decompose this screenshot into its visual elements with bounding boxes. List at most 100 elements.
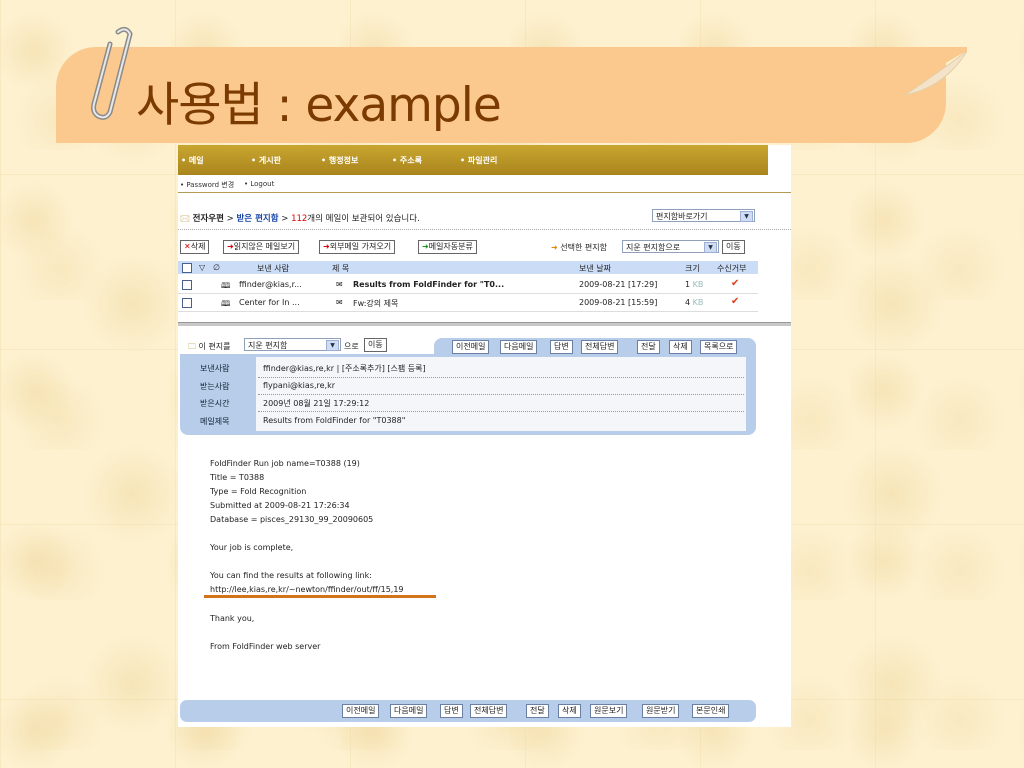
forward-button[interactable]: 전달 xyxy=(526,704,549,718)
to-label: 받는사람 xyxy=(200,382,230,391)
viewer-move-button[interactable]: 이동 xyxy=(364,338,387,352)
divider xyxy=(258,394,744,395)
opened-mail-icon: ✉ xyxy=(336,298,343,307)
table-row[interactable]: 🕮 ffinder@kias,r... ✉ Results from FoldF… xyxy=(178,276,758,294)
x-icon: ✕ xyxy=(184,242,191,251)
body-line: FoldFinder Run job name=T0388 (19) xyxy=(210,459,360,468)
forward-button[interactable]: 전달 xyxy=(637,340,660,354)
arrow-icon: ➜ xyxy=(227,242,234,251)
pane-splitter[interactable] xyxy=(178,322,791,326)
webmail-screenshot: • 메일 • 게시판 • 행정정보 • 주소록 • 파일관리 • Passwor… xyxy=(178,145,791,727)
reply-button[interactable]: 답변 xyxy=(440,704,463,718)
col-subject[interactable]: 제 목 xyxy=(332,263,349,274)
breadcrumb-sep: > xyxy=(278,214,292,224)
time-label: 받은시간 xyxy=(200,399,230,408)
divider xyxy=(178,229,791,230)
row-size: 1 KB xyxy=(685,280,704,289)
delete-button[interactable]: ✕삭제 xyxy=(180,240,210,254)
body-line: Submitted at 2009-08-21 17:26:34 xyxy=(210,501,350,510)
row-from[interactable]: ffinder@kias,r... xyxy=(239,280,302,289)
prev-mail-button[interactable]: 이전메일 xyxy=(452,340,490,354)
delete-mail-button[interactable]: 삭제 xyxy=(669,340,692,354)
body-line: Thank you, xyxy=(210,614,255,623)
breadcrumb-sep: > xyxy=(223,214,237,224)
nav-mail[interactable]: • 메일 xyxy=(181,155,204,166)
body-line: You can find the results at following li… xyxy=(210,571,372,580)
highlight-underline xyxy=(204,595,436,598)
results-link[interactable]: http://lee,kias,re,kr/~newton/ffinder/ou… xyxy=(210,585,404,594)
move-selected-label: ➜ 선택한 편지함 xyxy=(551,243,607,252)
col-reject: 수신거부 xyxy=(717,264,747,273)
reject-check-icon[interactable]: ✔ xyxy=(731,296,739,307)
divider xyxy=(178,192,791,193)
breadcrumb-root[interactable]: 전자우편 xyxy=(193,214,224,224)
move-button[interactable]: 이동 xyxy=(722,240,745,254)
arrow-icon: ➜ xyxy=(323,242,330,251)
back-to-list-button[interactable]: 목록으로 xyxy=(700,340,738,354)
col-from[interactable]: 보낸 사람 xyxy=(257,263,289,274)
row-size: 4 KB xyxy=(685,298,704,307)
page-curl-icon xyxy=(895,47,967,96)
filter-icon: ▽ xyxy=(199,263,206,272)
viewer-move-select[interactable]: 지운 편지함 ▼ xyxy=(244,338,341,351)
move-target-value: 지운 편지함으로 xyxy=(626,243,681,252)
view-source-button[interactable]: 원문보기 xyxy=(590,704,628,718)
mailbox-icon: 🖂 xyxy=(180,214,190,224)
list-header: ▽ ∅ 보낸 사람 제 목 보낸 날짜 크기 수신거부 xyxy=(178,261,758,274)
password-change-link[interactable]: • Password 변경 xyxy=(180,180,234,190)
row-subject[interactable]: Fw:강의 제목 xyxy=(353,298,398,309)
slide-title: 사용법 : example xyxy=(136,78,502,133)
breadcrumb-folder[interactable]: 받은 편지함 xyxy=(236,214,278,224)
body-line: From FoldFinder web server xyxy=(210,642,321,651)
table-row[interactable]: 🕮 Center for In ... ✉ Fw:강의 제목 2009-08-2… xyxy=(178,294,758,312)
mail-icon: ✉ xyxy=(336,280,343,289)
move-target-select[interactable]: 지운 편지함으로 ▼ xyxy=(622,240,719,253)
col-date[interactable]: 보낸 날짜 xyxy=(579,263,611,274)
reply-all-button[interactable]: 전체답변 xyxy=(470,704,508,718)
divider xyxy=(258,411,744,412)
move-suffix: 으로 xyxy=(344,342,359,351)
row-subject[interactable]: Results from FoldFinder for "T0... xyxy=(353,280,504,289)
logout-link[interactable]: • Logout xyxy=(244,180,274,188)
show-unread-button[interactable]: ➜읽지않은 메일보기 xyxy=(223,240,300,254)
contact-icon: 🕮 xyxy=(221,281,231,290)
download-source-button[interactable]: 원문받기 xyxy=(642,704,680,718)
delete-mail-button[interactable]: 삭제 xyxy=(558,704,581,718)
row-date: 2009-08-21 [17:29] xyxy=(579,280,658,289)
folder-icon: 🗀 xyxy=(188,342,196,351)
prev-mail-button[interactable]: 이전메일 xyxy=(342,704,380,718)
row-from[interactable]: Center for In ... xyxy=(239,298,300,307)
reply-button[interactable]: 답변 xyxy=(550,340,573,354)
print-body-button[interactable]: 본문인쇄 xyxy=(692,704,730,718)
arrow-icon: ➜ xyxy=(422,242,429,251)
top-nav: • 메일 • 게시판 • 행정정보 • 주소록 • 파일관리 xyxy=(178,145,768,175)
nav-address-book[interactable]: • 주소록 xyxy=(392,155,422,166)
nav-file-manager[interactable]: • 파일관리 xyxy=(460,155,497,166)
body-line: Database = pisces_29130_99_20090605 xyxy=(210,515,374,524)
quick-folder-select[interactable]: 편지함바로가기 ▼ xyxy=(652,209,755,222)
subject-value: Results from FoldFinder for "T0388" xyxy=(263,416,406,425)
nav-board[interactable]: • 게시판 xyxy=(251,155,281,166)
attachment-icon: ∅ xyxy=(213,263,220,272)
body-line: Your job is complete, xyxy=(210,543,294,552)
col-size[interactable]: 크기 xyxy=(685,263,700,274)
from-value[interactable]: ffinder@kias,re,kr | [주소록추가] [스팸 등록] xyxy=(263,363,426,374)
to-value: flypani@kias,re,kr xyxy=(263,381,336,390)
subject-label: 메일제목 xyxy=(200,417,230,426)
select-all-checkbox[interactable] xyxy=(182,263,192,273)
nav-admin-info[interactable]: • 행정정보 xyxy=(321,155,358,166)
next-mail-button[interactable]: 다음메일 xyxy=(500,340,538,354)
arrow-icon: ➜ xyxy=(551,243,558,252)
reject-check-icon[interactable]: ✔ xyxy=(731,278,739,289)
auto-sort-button[interactable]: ➜메일자동분류 xyxy=(418,240,477,254)
viewer-move-value: 지운 편지함 xyxy=(248,341,288,350)
breadcrumb: 🖂 전자우편 > 받은 편지함 > 112개의 메일이 보관되어 있습니다. xyxy=(180,212,420,227)
next-mail-button[interactable]: 다음메일 xyxy=(390,704,428,718)
mail-count-suffix: 개의 메일이 보관되어 있습니다. xyxy=(307,214,420,224)
chevron-down-icon: ▼ xyxy=(704,242,717,253)
fetch-external-button[interactable]: ➜외부메일 가져오기 xyxy=(319,240,396,254)
row-checkbox[interactable] xyxy=(182,280,192,290)
reply-all-button[interactable]: 전체답변 xyxy=(581,340,619,354)
paperclip-icon xyxy=(91,26,133,120)
row-checkbox[interactable] xyxy=(182,298,192,308)
